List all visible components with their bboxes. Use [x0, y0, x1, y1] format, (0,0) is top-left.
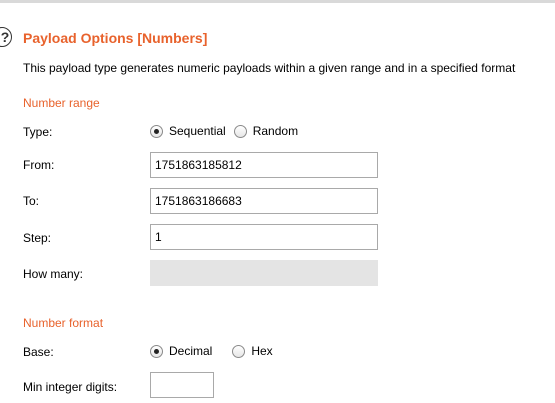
- min-integer-digits-input[interactable]: [150, 372, 214, 398]
- to-input[interactable]: [150, 188, 378, 214]
- payload-options-title: Payload Options [Numbers]: [23, 30, 208, 46]
- step-input[interactable]: [150, 224, 378, 250]
- base-option-decimal[interactable]: Decimal: [150, 344, 212, 358]
- random-radio[interactable]: [233, 124, 247, 138]
- to-label: To:: [23, 194, 40, 208]
- payload-description: This payload type generates numeric payl…: [23, 61, 516, 75]
- from-label: From:: [23, 158, 55, 172]
- how-many-label: How many:: [23, 267, 84, 281]
- number-range-heading: Number range: [23, 96, 100, 110]
- type-option-random[interactable]: Random: [233, 124, 299, 138]
- help-icon[interactable]: ?: [0, 27, 12, 47]
- base-option-hex[interactable]: Hex: [232, 344, 273, 358]
- sequential-radio[interactable]: [150, 124, 163, 138]
- sequential-label: Sequential: [169, 124, 226, 138]
- base-radio-group: Decimal Hex: [150, 344, 281, 358]
- decimal-radio[interactable]: [150, 344, 163, 358]
- hex-radio[interactable]: [232, 344, 246, 358]
- type-option-sequential[interactable]: Sequential: [150, 124, 226, 138]
- hex-label: Hex: [251, 344, 273, 358]
- random-label: Random: [252, 124, 299, 138]
- type-label: Type:: [23, 125, 53, 139]
- top-border: [0, 0, 555, 3]
- from-input[interactable]: [150, 152, 378, 178]
- number-format-heading: Number format: [23, 316, 104, 330]
- min-integer-digits-label: Min integer digits:: [23, 380, 118, 394]
- decimal-label: Decimal: [169, 344, 213, 358]
- how-many-input: [150, 260, 378, 286]
- type-radio-group: Sequential Random: [150, 124, 306, 138]
- step-label: Step:: [23, 231, 52, 245]
- base-label: Base:: [23, 345, 54, 359]
